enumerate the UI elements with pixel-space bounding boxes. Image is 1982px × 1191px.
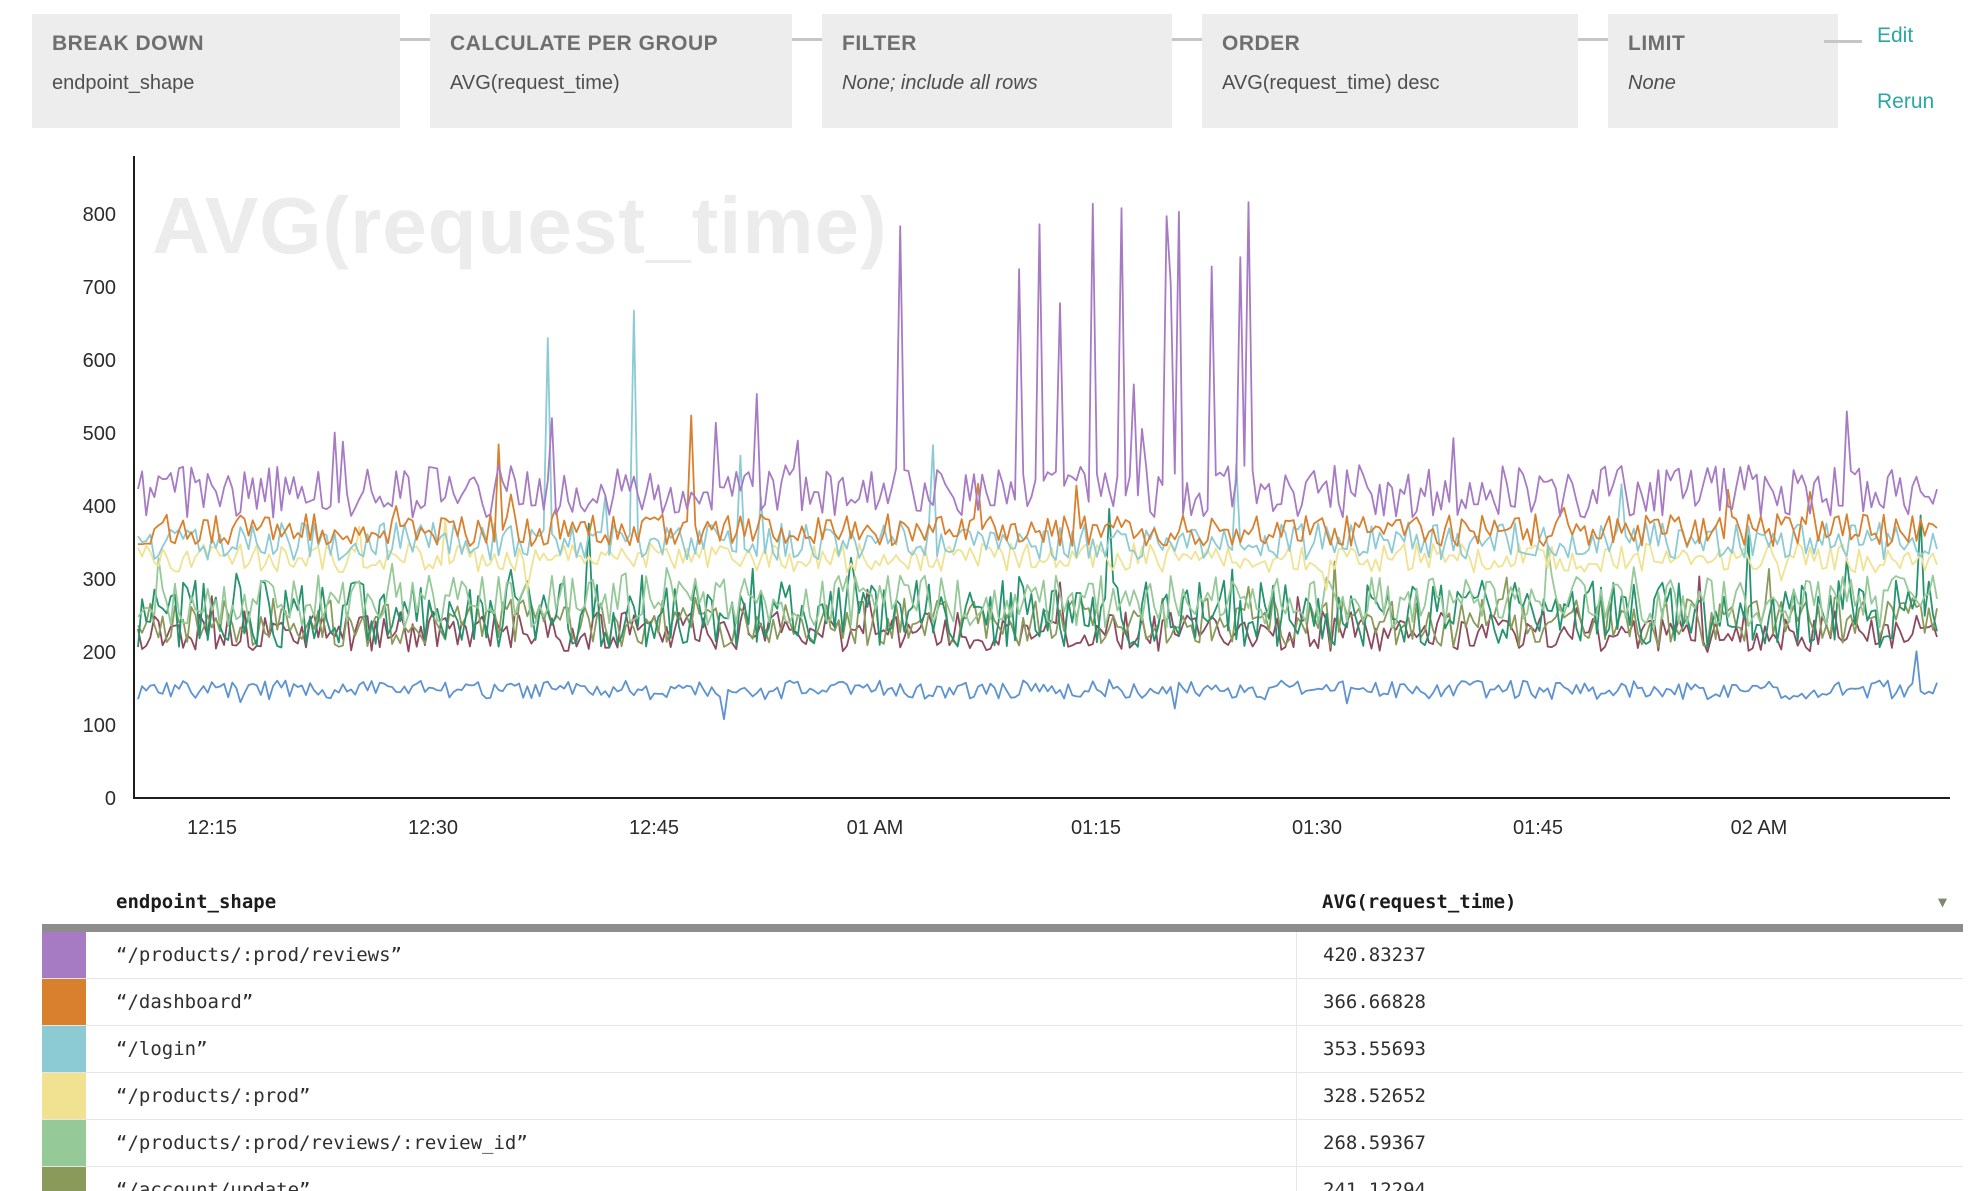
y-tick-label: 600 bbox=[83, 350, 116, 372]
x-tick-label: 01 AM bbox=[847, 817, 904, 839]
chart-area[interactable]: AVG(request_time) 0100200300400500600700… bbox=[0, 150, 1982, 884]
table-row[interactable]: “/products/:prod/reviews”420.83237 bbox=[42, 932, 1963, 979]
query-block-value: None bbox=[1628, 72, 1818, 95]
y-tick-label: 700 bbox=[83, 277, 116, 299]
endpoint-shape-cell: “/products/:prod” bbox=[90, 1073, 1296, 1119]
connector-line bbox=[400, 38, 430, 41]
endpoint-shape-cell: “/products/:prod/reviews/:review_id” bbox=[90, 1120, 1296, 1166]
query-builder: BREAK DOWN endpoint_shape CALCULATE PER GR… bbox=[32, 14, 1982, 128]
table-header: endpoint_shape AVG(request_time) ▼ bbox=[42, 880, 1963, 924]
query-block-filter[interactable]: FILTER None; include all rows bbox=[822, 14, 1172, 128]
x-tick-label: 02 AM bbox=[1731, 817, 1788, 839]
series-line-products-prod-reviews bbox=[138, 202, 1937, 517]
x-tick-label: 12:30 bbox=[408, 817, 458, 839]
y-tick-label: 300 bbox=[83, 569, 116, 591]
query-block-value: None; include all rows bbox=[842, 72, 1152, 95]
x-tick-label: 12:45 bbox=[629, 817, 679, 839]
y-tick-label: 200 bbox=[83, 642, 116, 664]
column-header-endpoint-shape[interactable]: endpoint_shape bbox=[90, 891, 1296, 913]
query-block-title: ORDER bbox=[1222, 32, 1558, 56]
query-block-value: AVG(request_time) desc bbox=[1222, 72, 1558, 95]
y-tick-label: 500 bbox=[83, 423, 116, 445]
connector-line bbox=[1578, 38, 1608, 41]
column-header-avg-request-time[interactable]: AVG(request_time) ▼ bbox=[1296, 891, 1963, 913]
avg-request-time-cell: 366.66828 bbox=[1296, 979, 1963, 1025]
endpoint-shape-cell: “/account/update” bbox=[90, 1167, 1296, 1191]
rerun-link[interactable]: Rerun bbox=[1877, 90, 1934, 114]
avg-request-time-cell: 353.55693 bbox=[1296, 1026, 1963, 1072]
series-color-swatch bbox=[42, 1073, 90, 1119]
query-block-value: endpoint_shape bbox=[52, 72, 380, 95]
y-tick-label: 800 bbox=[83, 204, 116, 226]
series-line-dashboard bbox=[138, 416, 1937, 547]
query-block-title: LIMIT bbox=[1628, 32, 1818, 56]
series-color-swatch bbox=[42, 979, 90, 1025]
table-row[interactable]: “/products/:prod”328.52652 bbox=[42, 1073, 1963, 1120]
x-tick-label: 01:45 bbox=[1513, 817, 1563, 839]
connector-line bbox=[1824, 40, 1862, 43]
avg-request-time-cell: 328.52652 bbox=[1296, 1073, 1963, 1119]
avg-request-time-cell: 241.12294 bbox=[1296, 1167, 1963, 1191]
avg-request-time-cell: 420.83237 bbox=[1296, 932, 1963, 978]
sort-desc-icon[interactable]: ▼ bbox=[1938, 895, 1947, 910]
x-tick-label: 01:30 bbox=[1292, 817, 1342, 839]
series-color-swatch bbox=[42, 1026, 90, 1072]
series-line-unnamed bbox=[138, 651, 1937, 719]
query-block-value: AVG(request_time) bbox=[450, 72, 772, 95]
query-block-title: BREAK DOWN bbox=[52, 32, 380, 56]
endpoint-shape-cell: “/dashboard” bbox=[90, 979, 1296, 1025]
x-tick-label: 01:15 bbox=[1071, 817, 1121, 839]
series-color-swatch bbox=[42, 1167, 90, 1191]
series-color-swatch bbox=[42, 932, 90, 978]
chart-svg[interactable]: 0 100 200 300 400 500 600 700 800 12:15 12:30 12:45… bbox=[0, 150, 1982, 884]
series-color-swatch bbox=[42, 1120, 90, 1166]
table-row[interactable]: “/account/update”241.12294 bbox=[42, 1167, 1963, 1191]
table-row[interactable]: “/dashboard”366.66828 bbox=[42, 979, 1963, 1026]
y-tick-label: 0 bbox=[105, 788, 116, 810]
query-block-break-down[interactable]: BREAK DOWN endpoint_shape bbox=[32, 14, 400, 128]
query-block-calculate-per-group[interactable]: CALCULATE PER GROUP AVG(request_time) bbox=[430, 14, 792, 128]
connector-line bbox=[792, 38, 822, 41]
query-block-order[interactable]: ORDER AVG(request_time) desc bbox=[1202, 14, 1578, 128]
y-tick-label: 100 bbox=[83, 715, 116, 737]
avg-request-time-cell: 268.59367 bbox=[1296, 1120, 1963, 1166]
table-scrollbar[interactable] bbox=[42, 924, 1963, 932]
query-actions: Edit Rerun bbox=[1877, 24, 1934, 114]
x-tick-label: 12:15 bbox=[187, 817, 237, 839]
query-block-limit[interactable]: LIMIT None bbox=[1608, 14, 1838, 128]
edit-link[interactable]: Edit bbox=[1877, 24, 1934, 48]
table-row[interactable]: “/login”353.55693 bbox=[42, 1026, 1963, 1073]
table-body: “/products/:prod/reviews”420.83237“/dash… bbox=[42, 932, 1963, 1191]
endpoint-shape-cell: “/products/:prod/reviews” bbox=[90, 932, 1296, 978]
results-table: endpoint_shape AVG(request_time) ▼ “/pro… bbox=[42, 880, 1963, 1191]
endpoint-shape-cell: “/login” bbox=[90, 1026, 1296, 1072]
y-tick-label: 400 bbox=[83, 496, 116, 518]
query-block-title: CALCULATE PER GROUP bbox=[450, 32, 772, 56]
connector-line bbox=[1172, 38, 1202, 41]
table-row[interactable]: “/products/:prod/reviews/:review_id”268.… bbox=[42, 1120, 1963, 1167]
column-header-label: AVG(request_time) bbox=[1322, 891, 1516, 913]
query-results-page: BREAK DOWN endpoint_shape CALCULATE PER GR… bbox=[0, 0, 1982, 1191]
query-block-title: FILTER bbox=[842, 32, 1152, 56]
query-builder-blocks: BREAK DOWN endpoint_shape CALCULATE PER GR… bbox=[32, 14, 1982, 128]
